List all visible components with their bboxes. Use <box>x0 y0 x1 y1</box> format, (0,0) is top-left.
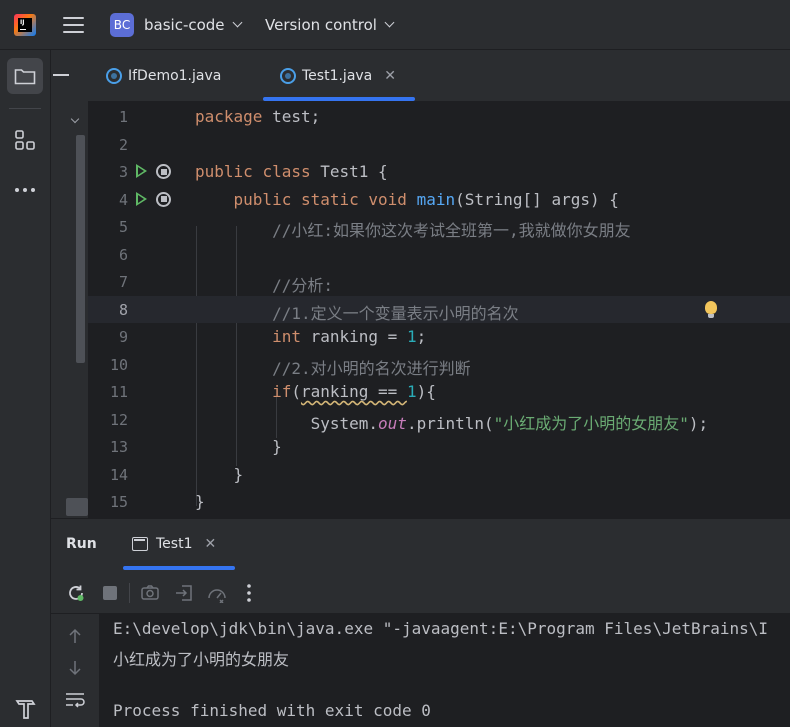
code-line: 4 public static void main(String[] args)… <box>88 186 790 214</box>
lightbulb-icon[interactable] <box>705 300 717 318</box>
string-literal: "小红成为了小明的女朋友" <box>493 413 689 433</box>
chevron-down-icon <box>384 17 395 28</box>
tab-label: IfDemo1.java <box>128 68 222 84</box>
line-number: 3 <box>118 163 128 181</box>
java-class-icon <box>106 68 122 84</box>
run-panel-header: Run Test1 ✕ <box>51 518 790 571</box>
console-line: E:\develop\jdk\bin\java.exe "-javaagent:… <box>113 619 769 638</box>
project-name: basic-code <box>144 16 225 34</box>
tab-test1[interactable]: Test1.java ✕ <box>280 50 396 102</box>
code-line: 15 } <box>88 488 790 516</box>
vertical-scrollbar[interactable] <box>76 135 85 363</box>
close-icon[interactable]: ✕ <box>384 68 396 84</box>
line-number: 15 <box>109 493 128 511</box>
toolbar-divider <box>129 583 130 603</box>
comment: //分析: <box>272 276 333 295</box>
code-line: 11 if(ranking == 1){ <box>88 378 790 406</box>
run-gutter-icon[interactable] <box>136 164 147 178</box>
title-bar: IJ BC basic-code Version control <box>0 0 790 50</box>
line-number: 12 <box>109 410 128 429</box>
line-number: 1 <box>118 108 128 126</box>
camera-icon[interactable] <box>140 583 160 603</box>
line-number: 4 <box>118 190 128 209</box>
code-line: 1 package test; <box>88 103 790 131</box>
stop-icon[interactable] <box>100 583 120 603</box>
debug-gutter-icon[interactable] <box>156 191 171 207</box>
strip-divider <box>9 108 41 109</box>
soft-wrap-icon[interactable] <box>65 692 85 712</box>
code-line: 6 <box>88 241 790 269</box>
code-line: 7 //分析: <box>88 268 790 296</box>
more-options-icon[interactable] <box>241 583 261 603</box>
exit-icon[interactable] <box>174 583 194 603</box>
code-line: 3 public class Test1 { <box>88 158 790 186</box>
code-line: 5 //小红:如果你这次考试全班第一,我就做你女朋友 <box>88 213 790 241</box>
keyword: package <box>195 107 263 126</box>
line-number: 8 <box>118 300 128 319</box>
run-tab-label: Test1 <box>156 536 193 552</box>
active-run-tab-indicator <box>123 566 235 570</box>
main-menu-icon[interactable] <box>63 15 84 35</box>
code-line: 9 int ranking = 1; <box>88 323 790 351</box>
run-panel-title: Run <box>66 536 97 552</box>
line-number: 7 <box>118 273 128 291</box>
code-line: 14 } <box>88 461 790 489</box>
line-number: 2 <box>118 135 128 154</box>
close-icon[interactable]: ✕ <box>204 536 216 552</box>
structure-icon[interactable] <box>7 122 43 158</box>
line-number: 9 <box>118 328 128 346</box>
gauge-icon[interactable] <box>206 583 226 604</box>
intellij-logo-icon[interactable]: IJ <box>14 14 36 36</box>
line-number: 6 <box>118 245 128 264</box>
code-line: 13 } <box>88 433 790 461</box>
run-toolbar <box>51 571 790 614</box>
editor-tab-bar: IfDemo1.java Test1.java ✕ <box>88 50 790 102</box>
collapse-icon[interactable] <box>53 74 69 76</box>
console-line: Process finished with exit code 0 <box>113 701 431 720</box>
code-line: 2 <box>88 131 790 159</box>
arrow-up-icon[interactable] <box>67 628 83 648</box>
console-icon <box>132 537 148 551</box>
line-number: 14 <box>109 465 128 484</box>
console-side-toolbar <box>51 614 99 727</box>
code-editor[interactable]: 1 package test; 2 3 public class Test1 {… <box>88 102 790 518</box>
tool-window-strip <box>0 50 51 727</box>
comment: //1.定义一个变量表示小明的名次 <box>272 303 519 323</box>
active-tab-indicator <box>263 97 415 101</box>
debug-gutter-icon[interactable] <box>156 164 171 179</box>
rerun-icon[interactable] <box>66 583 86 603</box>
project-badge: BC <box>110 13 134 37</box>
line-number: 13 <box>109 438 128 456</box>
version-control-button[interactable]: Version control <box>265 12 395 38</box>
project-switcher-button[interactable]: BC basic-code <box>110 12 242 38</box>
version-control-label: Version control <box>265 16 377 34</box>
line-number: 10 <box>109 355 128 374</box>
code-line: 10 //2.对小明的名次进行判断 <box>88 351 790 379</box>
console-output[interactable]: E:\develop\jdk\bin\java.exe "-javaagent:… <box>99 614 790 727</box>
code-line: 12 System.out.println("小红成为了小明的女朋友"); <box>88 406 790 434</box>
run-gutter-icon[interactable] <box>136 191 147 206</box>
run-tab-test1[interactable]: Test1 ✕ <box>132 519 216 569</box>
chevron-down-icon <box>232 17 242 28</box>
warning-squiggle[interactable]: ranking == <box>301 382 407 401</box>
current-code-line: 8 //1.定义一个变量表示小明的名次 <box>88 295 790 323</box>
comment: //2.对小明的名次进行判断 <box>272 358 471 378</box>
project-folder-icon[interactable] <box>7 58 43 94</box>
tab-ifdemo1[interactable]: IfDemo1.java <box>106 50 221 102</box>
build-hammer-icon[interactable] <box>14 696 38 720</box>
horizontal-scrollbar[interactable] <box>66 498 88 516</box>
tab-label: Test1.java <box>302 68 373 84</box>
line-number: 11 <box>109 383 128 401</box>
line-number: 5 <box>118 218 128 236</box>
more-tools-icon[interactable] <box>7 172 43 208</box>
arrow-down-icon[interactable] <box>67 660 83 680</box>
java-class-icon <box>280 68 296 84</box>
comment: //小红:如果你这次考试全班第一,我就做你女朋友 <box>272 221 631 240</box>
console-line: 小红成为了小明的女朋友 <box>113 650 290 669</box>
